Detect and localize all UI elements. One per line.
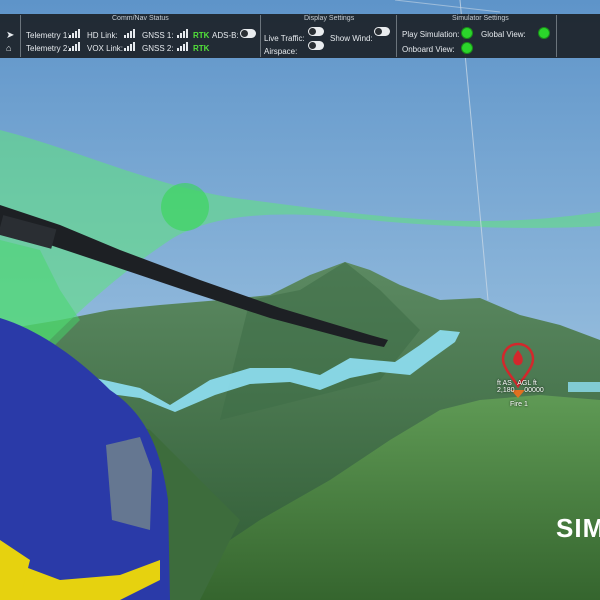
fire-altitude-value: 2,180 xyxy=(497,387,515,394)
gnss2-status: RTK xyxy=(193,44,210,53)
fire-agl-value: 00000 xyxy=(524,387,544,394)
status-toolbar: ➤ ⌂ Comm/Nav Status Telemetry 1: Telemet… xyxy=(0,14,600,58)
fire-agl-label: AGL ft xyxy=(517,380,537,387)
waypoint-sphere xyxy=(161,183,209,231)
global-view-label: Global View: xyxy=(481,30,526,39)
adsb-label: ADS-B: xyxy=(212,31,239,40)
divider xyxy=(556,15,557,57)
simulation-watermark: SIM xyxy=(556,513,600,543)
navigation-arrow-icon[interactable]: ➤ xyxy=(6,30,14,41)
onboard-view-indicator[interactable] xyxy=(461,42,473,54)
show-wind-label: Show Wind: xyxy=(330,34,373,43)
gnss2-signal-icon xyxy=(177,42,189,51)
adsb-toggle[interactable] xyxy=(240,29,256,38)
telemetry1-signal-icon xyxy=(69,29,81,38)
hd-link-label: HD Link: xyxy=(87,31,118,40)
comm-nav-title: Comm/Nav Status xyxy=(112,15,169,22)
show-wind-toggle[interactable] xyxy=(374,27,390,36)
play-simulation-label: Play Simulation: xyxy=(402,30,460,39)
hd-link-signal-icon xyxy=(124,29,136,38)
play-simulation-indicator[interactable] xyxy=(461,27,473,39)
gnss1-label: GNSS 1: xyxy=(142,31,174,40)
divider xyxy=(20,15,21,57)
airspace-toggle[interactable] xyxy=(308,41,324,50)
divider xyxy=(396,15,397,57)
telemetry2-signal-icon xyxy=(69,42,81,51)
fire-altitude-label: ft AS xyxy=(497,380,512,387)
telemetry2-label: Telemetry 2: xyxy=(26,44,70,53)
telemetry1-label: Telemetry 1: xyxy=(26,31,70,40)
vox-link-signal-icon xyxy=(124,42,136,51)
fire-marker-readout: ft AS AGL ft 2,180 00000 xyxy=(497,380,544,394)
live-traffic-toggle[interactable] xyxy=(308,27,324,36)
gnss2-label: GNSS 2: xyxy=(142,44,174,53)
airspace-label: Airspace: xyxy=(264,47,298,56)
vox-link-label: VOX Link: xyxy=(87,44,124,53)
global-view-indicator[interactable] xyxy=(538,27,550,39)
live-traffic-label: Live Traffic: xyxy=(264,34,305,43)
gnss1-signal-icon xyxy=(177,29,189,38)
display-settings-title: Display Settings xyxy=(304,15,355,22)
home-icon[interactable]: ⌂ xyxy=(6,43,11,53)
simulator-settings-title: Simulator Settings xyxy=(452,15,509,22)
onboard-view-label: Onboard View: xyxy=(402,45,455,54)
fire-marker-name[interactable]: Fire 1 xyxy=(510,401,528,408)
simulation-viewport xyxy=(0,0,600,600)
terrain-path-end xyxy=(568,382,600,392)
divider xyxy=(260,15,261,57)
gnss1-status: RTK xyxy=(193,31,210,40)
